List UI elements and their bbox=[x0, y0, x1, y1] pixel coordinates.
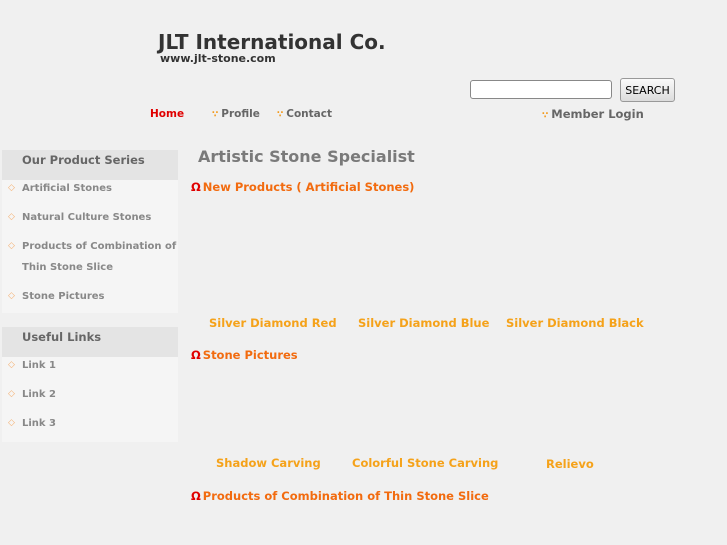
diamond-bullet-icon: ◇ bbox=[8, 241, 15, 251]
nav-bullet-icon: ∵ bbox=[212, 110, 219, 120]
product-caption-silver-diamond-blue[interactable]: Silver Diamond Blue bbox=[358, 316, 489, 330]
sidebar-item-link-2[interactable]: ◇ Link 2 bbox=[2, 384, 178, 405]
diamond-bullet-icon: ◇ bbox=[8, 389, 15, 399]
section-thin-stone-slice-heading[interactable]: Ω Products of Combination of Thin Stone S… bbox=[191, 489, 489, 503]
sidebar-item-label: Natural Culture Stones bbox=[22, 212, 152, 223]
diamond-bullet-icon: ◇ bbox=[8, 360, 15, 370]
sidebar-item-stone-pictures[interactable]: ◇ Stone Pictures bbox=[2, 286, 178, 307]
sidebar-item-artificial-stones[interactable]: ◇ Artificial Stones bbox=[2, 178, 178, 199]
nav-profile[interactable]: ∵ Profile bbox=[212, 108, 260, 120]
sidebar-item-label: Artificial Stones bbox=[22, 183, 113, 194]
section-title: Stone Pictures bbox=[202, 348, 298, 362]
product-series-heading: Our Product Series bbox=[2, 150, 178, 180]
site-url: www.jlt-stone.com bbox=[160, 52, 276, 65]
product-caption-relievo[interactable]: Relievo bbox=[546, 457, 594, 471]
sidebar-item-label: Link 1 bbox=[22, 360, 57, 371]
product-caption-colorful-stone-carving[interactable]: Colorful Stone Carving bbox=[352, 456, 498, 470]
nav-member-login[interactable]: ∵ Member Login bbox=[542, 107, 644, 121]
sidebar-item-label: Link 3 bbox=[22, 418, 57, 429]
section-new-products-heading[interactable]: Ω New Products ( Artificial Stones) bbox=[191, 180, 414, 194]
section-title: New Products ( Artificial Stones) bbox=[202, 180, 415, 194]
search-button[interactable]: SEARCH bbox=[620, 78, 675, 102]
diamond-bullet-icon: ◇ bbox=[8, 291, 15, 301]
diamond-bullet-icon: ◇ bbox=[8, 212, 15, 222]
diamond-bullet-icon: ◇ bbox=[8, 418, 15, 428]
product-series-panel: Our Product Series ◇ Artificial Stones ◇… bbox=[2, 150, 178, 313]
nav-home[interactable]: Home bbox=[150, 108, 184, 120]
section-title: Products of Combination of Thin Stone Sl… bbox=[202, 489, 489, 503]
diamond-bullet-icon: ◇ bbox=[8, 183, 15, 193]
sidebar-item-natural-culture-stones[interactable]: ◇ Natural Culture Stones bbox=[2, 207, 178, 228]
sidebar-item-link-3[interactable]: ◇ Link 3 bbox=[2, 413, 178, 434]
nav-bullet-icon: ∵ bbox=[542, 111, 549, 121]
sidebar-item-label: Products of Combination of bbox=[22, 241, 177, 252]
product-caption-silver-diamond-black[interactable]: Silver Diamond Black bbox=[506, 316, 644, 330]
sidebar-item-thin-stone-slice[interactable]: ◇ Products of Combination of Thin Stone … bbox=[2, 236, 178, 278]
section-stone-pictures-heading[interactable]: Ω Stone Pictures bbox=[191, 348, 298, 362]
nav-home-label: Home bbox=[150, 108, 185, 120]
nav-profile-label: Profile bbox=[221, 108, 260, 120]
product-caption-silver-diamond-red[interactable]: Silver Diamond Red bbox=[209, 316, 337, 330]
omega-icon: Ω bbox=[191, 180, 201, 194]
sidebar-item-label: Link 2 bbox=[22, 389, 57, 400]
nav-bullet-icon: ∵ bbox=[277, 110, 284, 120]
product-caption-shadow-carving[interactable]: Shadow Carving bbox=[216, 456, 321, 470]
main-title: Artistic Stone Specialist bbox=[198, 147, 415, 166]
sidebar-item-label-line2: Thin Stone Slice bbox=[22, 262, 113, 273]
omega-icon: Ω bbox=[191, 489, 201, 503]
nav-contact[interactable]: ∵ Contact bbox=[277, 108, 332, 120]
nav-member-login-label: Member Login bbox=[551, 107, 644, 121]
search-input[interactable] bbox=[470, 80, 612, 99]
sidebar-item-label: Stone Pictures bbox=[22, 291, 105, 302]
useful-links-heading: Useful Links bbox=[2, 327, 178, 357]
nav-contact-label: Contact bbox=[286, 108, 333, 120]
omega-icon: Ω bbox=[191, 348, 201, 362]
site-title: JLT International Co. bbox=[158, 30, 386, 54]
sidebar-item-link-1[interactable]: ◇ Link 1 bbox=[2, 355, 178, 376]
useful-links-panel: Useful Links ◇ Link 1 ◇ Link 2 ◇ Link 3 bbox=[2, 327, 178, 442]
